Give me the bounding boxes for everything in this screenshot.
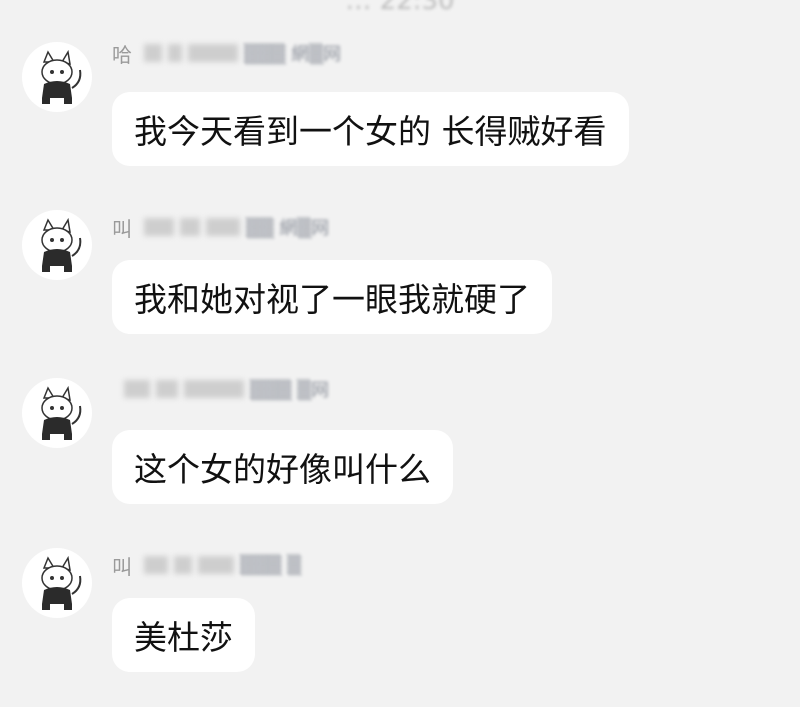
sender-suffix: ▒▒▒ ▒ bbox=[240, 554, 302, 576]
cartoon-cat-icon bbox=[41, 217, 82, 272]
redacted-block bbox=[180, 218, 200, 236]
redacted-block bbox=[156, 380, 178, 398]
sender-suffix: ▒▒▒ ▒网 bbox=[250, 380, 330, 401]
sender-suffix: ▒▒ 網▒网 bbox=[246, 218, 330, 239]
sender-name: 叫 ▒▒ 網▒网 bbox=[112, 214, 330, 241]
redacted-block bbox=[124, 380, 150, 398]
redacted-block bbox=[188, 44, 238, 62]
redacted-block bbox=[144, 556, 168, 574]
cartoon-cat-icon bbox=[41, 555, 82, 610]
sender-name: ▒▒▒ ▒网 bbox=[112, 376, 329, 402]
avatar[interactable] bbox=[22, 548, 92, 618]
sender-name: 叫 ▒▒▒ ▒ bbox=[112, 552, 302, 579]
redacted-block bbox=[144, 218, 174, 236]
redacted-block bbox=[206, 218, 240, 236]
message-bubble[interactable]: 我今天看到一个女的 长得贼好看 bbox=[112, 92, 629, 166]
message-bubble[interactable]: 美杜莎 bbox=[112, 598, 255, 672]
redacted-block bbox=[184, 380, 244, 398]
timestamp: … 22:30 bbox=[345, 0, 455, 16]
avatar[interactable] bbox=[22, 42, 92, 112]
sender-name: 哈 ▒▒▒ 網▒网 bbox=[112, 40, 342, 67]
redacted-block bbox=[174, 556, 192, 574]
sender-initial: 叫 bbox=[112, 216, 132, 241]
message-bubble[interactable]: 我和她对视了一眼我就硬了 bbox=[112, 260, 552, 334]
avatar[interactable] bbox=[22, 210, 92, 280]
cartoon-cat-icon bbox=[41, 49, 82, 104]
redacted-block bbox=[168, 44, 182, 62]
cartoon-cat-icon bbox=[41, 385, 82, 440]
sender-initial: 叫 bbox=[112, 554, 132, 579]
redacted-block bbox=[144, 44, 162, 62]
sender-initial: 哈 bbox=[112, 42, 132, 67]
sender-suffix: ▒▒▒ 網▒网 bbox=[244, 44, 342, 65]
message-bubble[interactable]: 这个女的好像叫什么 bbox=[112, 430, 453, 504]
redacted-block bbox=[198, 556, 234, 574]
avatar[interactable] bbox=[22, 378, 92, 448]
